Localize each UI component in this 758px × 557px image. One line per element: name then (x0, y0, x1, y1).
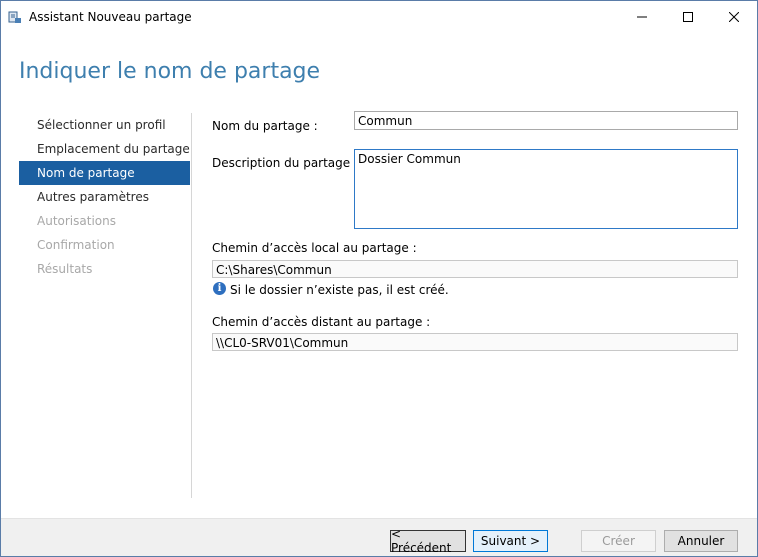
nav-step-share-name[interactable]: Nom de partage (19, 161, 190, 185)
nav-step-other-settings[interactable]: Autres paramètres (19, 185, 190, 209)
remote-path-field: \\CL0-SRV01\Commun (212, 333, 738, 351)
close-button[interactable] (711, 1, 757, 32)
nav-step-share-location[interactable]: Emplacement du partage (19, 137, 190, 161)
nav-divider (191, 113, 192, 498)
remote-path-label: Chemin d’accès distant au partage : (212, 315, 431, 329)
next-button[interactable]: Suivant > (473, 530, 548, 552)
minimize-icon (637, 16, 647, 17)
description-label: Description du partage : (212, 156, 359, 170)
nav-step-select-profile[interactable]: Sélectionner un profil (19, 113, 190, 137)
window-title: Assistant Nouveau partage (29, 10, 192, 24)
description-textarea[interactable]: Dossier Commun (354, 149, 738, 229)
share-folder-icon (8, 10, 22, 24)
share-name-input[interactable]: Commun (354, 111, 738, 130)
info-icon: i (213, 282, 226, 295)
minimize-button[interactable] (619, 1, 665, 32)
nav-step-results: Résultats (37, 262, 93, 276)
share-name-label: Nom du partage : (212, 119, 318, 133)
share-wizard-window: Assistant Nouveau partage Indiquer le no… (0, 0, 758, 557)
info-message: Si le dossier n’existe pas, il est créé. (230, 283, 449, 297)
local-path-label: Chemin d’accès local au partage : (212, 241, 417, 255)
cancel-button[interactable]: Annuler (664, 530, 738, 552)
close-icon (729, 11, 739, 22)
page-title: Indiquer le nom de partage (19, 59, 321, 84)
maximize-icon (683, 11, 693, 22)
nav-step-confirmation: Confirmation (37, 238, 115, 252)
create-button: Créer (581, 530, 656, 552)
title-bar: Assistant Nouveau partage (1, 1, 757, 32)
wizard-steps-nav: Sélectionner un profil Emplacement du pa… (19, 113, 190, 281)
nav-step-permissions: Autorisations (37, 214, 116, 228)
previous-button[interactable]: < Précédent (390, 527, 466, 555)
maximize-button[interactable] (665, 1, 711, 32)
local-path-field: C:\Shares\Commun (212, 260, 738, 278)
button-bar: < Précédent Suivant > Créer Annuler (1, 518, 757, 556)
